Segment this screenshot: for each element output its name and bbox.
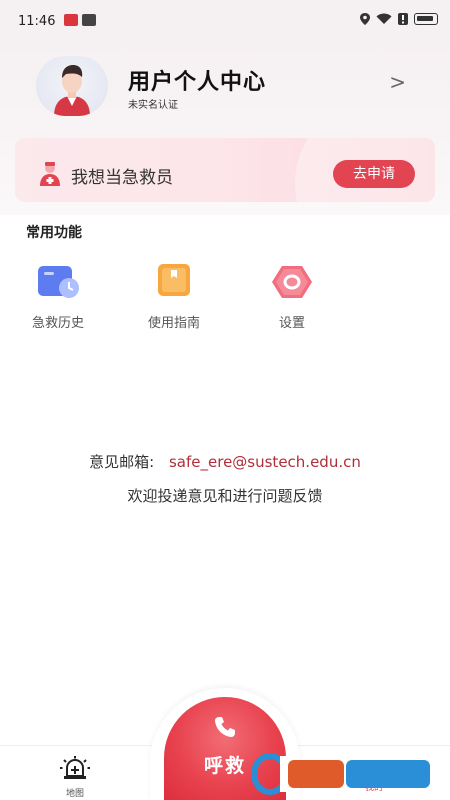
first-aider-icon: [40, 162, 60, 186]
function-item-settings[interactable]: 设置: [252, 264, 332, 331]
first-aider-banner: 我想当急救员 去申请: [15, 138, 435, 202]
chevron-right-icon[interactable]: >: [389, 70, 406, 94]
status-time: 11:46: [18, 14, 56, 29]
email-link[interactable]: safe_ere@sustech.edu.cn: [169, 453, 361, 471]
siren-icon: [60, 756, 90, 779]
status-bar: 11:46: [0, 0, 450, 40]
battery-icon: [414, 13, 438, 25]
function-item-history[interactable]: 急救历史: [18, 264, 98, 331]
function-label: 使用指南: [147, 316, 200, 331]
banner-text: 我想当急救员: [71, 168, 173, 188]
watermark-graphic: [251, 753, 430, 795]
sim-notification-icon: [82, 14, 96, 26]
apply-button[interactable]: 去申请: [333, 160, 415, 188]
settings-icon: [272, 266, 312, 298]
watermark-logo: [250, 748, 450, 800]
tab-map[interactable]: 地图: [50, 756, 100, 799]
alert-icon: [398, 13, 408, 25]
section-title: 常用功能: [26, 225, 82, 241]
profile-title: 用户个人中心: [128, 70, 267, 95]
email-label: 意见邮箱:: [89, 453, 155, 471]
status-system-icons: [360, 13, 438, 25]
function-label: 急救历史: [31, 316, 84, 331]
feedback-email-row: 意见邮箱: safe_ere@sustech.edu.cn: [0, 451, 450, 472]
status-notification-icons: [64, 14, 96, 26]
phone-icon: [215, 717, 235, 737]
tab-map-label: 地图: [65, 789, 84, 799]
history-icon: [38, 266, 79, 298]
user-avatar-icon: [54, 65, 90, 116]
feedback-message: 欢迎投递意见和进行问题反馈: [127, 487, 323, 505]
avatar[interactable]: [36, 56, 108, 116]
guide-book-icon: [158, 264, 190, 296]
location-icon: [360, 13, 370, 25]
app-notification-icon: [64, 14, 78, 26]
profile-header[interactable]: 用户个人中心 未实名认证 >: [36, 56, 426, 120]
function-label: 设置: [278, 316, 305, 331]
function-item-guide[interactable]: 使用指南: [134, 264, 214, 331]
wifi-icon: [376, 13, 392, 24]
verification-status: 未实名认证: [128, 100, 178, 111]
